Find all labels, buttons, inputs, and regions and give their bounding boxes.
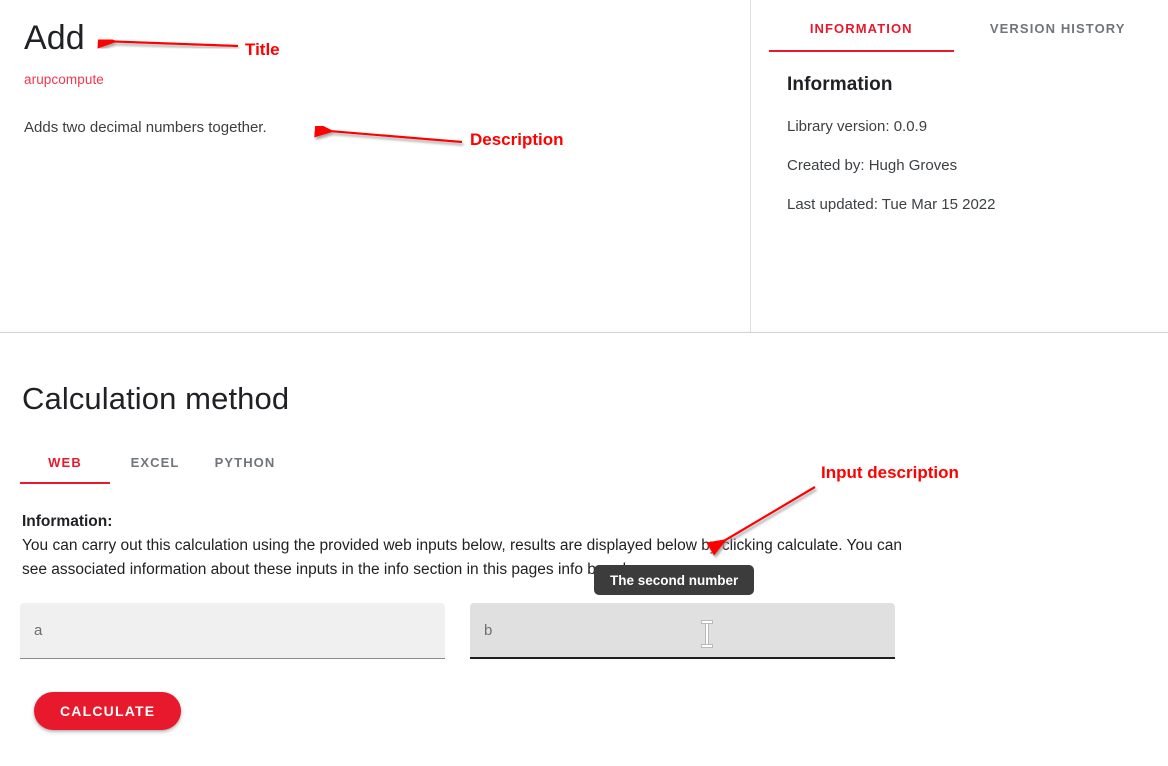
application-root: Add arupcompute Adds two decimal numbers… — [0, 0, 1168, 766]
calculate-button[interactable]: CALCULATE — [34, 692, 182, 730]
tab-web[interactable]: WEB — [20, 449, 110, 484]
text-cursor-icon — [702, 621, 712, 647]
input-b-placeholder: b — [484, 622, 493, 639]
header-left-pane: Add arupcompute Adds two decimal numbers… — [0, 0, 750, 332]
calculation-method-title: Calculation method — [22, 381, 290, 416]
calculation-information-block: Information: You can carry out this calc… — [22, 510, 902, 582]
input-tooltip: The second number — [594, 565, 755, 595]
tab-version-history[interactable]: VERSION HISTORY — [960, 0, 1157, 48]
info-library-version: Library version: 0.0.9 — [787, 118, 928, 135]
input-a-placeholder: a — [34, 622, 43, 639]
info-panel-body: Information Library version: 0.0.9 Creat… — [751, 48, 1168, 215]
page-description: Adds two decimal numbers together. — [24, 119, 267, 136]
calculation-information-label: Information: — [22, 513, 113, 530]
input-field-a[interactable]: a — [20, 603, 445, 659]
info-panel-tablist: INFORMATION VERSION HISTORY — [751, 0, 1168, 52]
info-created-by: Created by: Hugh Groves — [787, 157, 958, 174]
page-title: Add — [24, 19, 85, 57]
input-field-b[interactable]: b — [470, 603, 895, 659]
tab-excel[interactable]: EXCEL — [110, 449, 200, 484]
calculation-method-section: Calculation method WEB EXCEL PYTHON Info… — [0, 333, 1168, 766]
info-panel: INFORMATION VERSION HISTORY Information … — [751, 0, 1168, 332]
calculation-information-text: You can carry out this calculation using… — [22, 537, 903, 578]
calculation-method-tablist: WEB EXCEL PYTHON — [20, 449, 1148, 484]
header-section: Add arupcompute Adds two decimal numbers… — [0, 0, 1168, 333]
breadcrumb-arupcompute-link[interactable]: arupcompute — [24, 72, 104, 87]
tab-information[interactable]: INFORMATION — [763, 0, 960, 52]
inputs-row: a b — [20, 603, 1148, 659]
info-panel-heading: Information — [787, 74, 893, 95]
info-last-updated: Last updated: Tue Mar 15 2022 — [787, 196, 996, 213]
tab-python[interactable]: PYTHON — [200, 449, 290, 484]
